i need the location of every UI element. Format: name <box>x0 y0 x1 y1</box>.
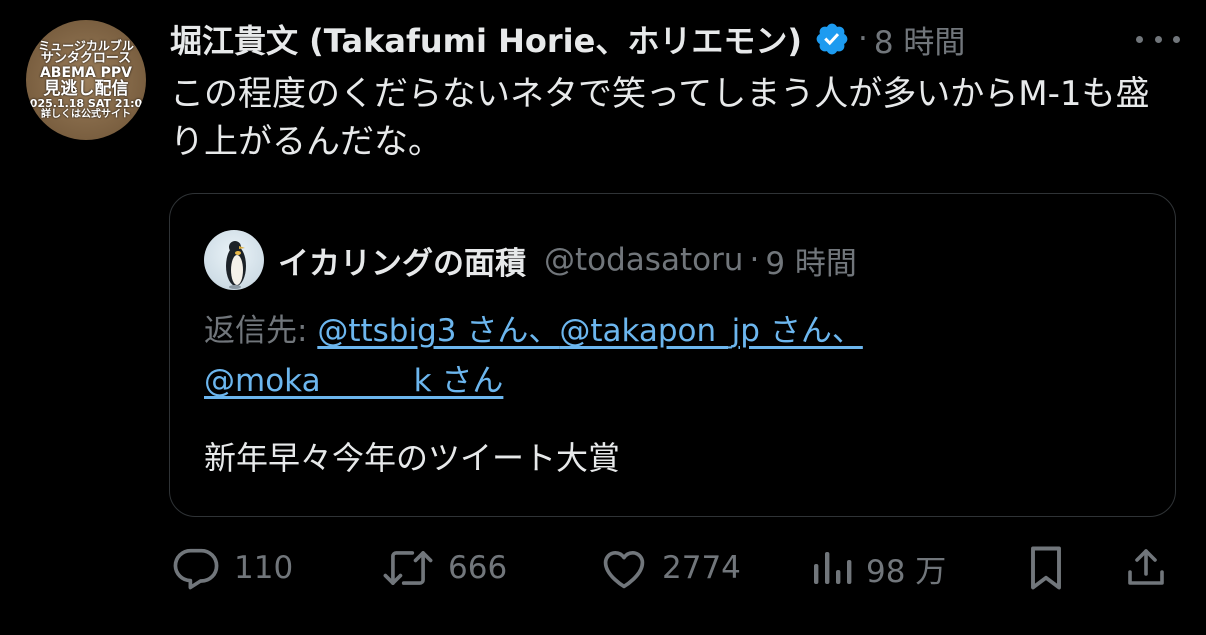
mention-link[interactable]: @ttsbig3 さん、 <box>317 313 559 349</box>
share-button[interactable] <box>1122 538 1170 598</box>
heart-icon <box>603 550 645 589</box>
reply-icon <box>173 548 219 590</box>
more-dot <box>1136 35 1143 43</box>
retweet-count: 666 <box>448 550 508 586</box>
retweet-button[interactable]: 666 <box>380 538 507 598</box>
mention-link[interactable]: @takapon_jp さん、 <box>559 313 863 349</box>
avatar-text-line: 詳しくは公式サイト <box>41 108 131 120</box>
mention-link[interactable]: @moka______k さん <box>204 363 503 399</box>
action-bar: 110 666 2774 98 万 <box>170 538 1180 598</box>
separator-dot: · <box>857 21 868 57</box>
views-icon <box>814 552 852 584</box>
tweet-time[interactable]: 8 時間 <box>874 17 966 62</box>
quoted-tweet-text: 新年早々今年のツイート大賞 <box>204 439 621 477</box>
quoted-author-name[interactable]: イカリングの面積 <box>278 238 526 283</box>
tweet-header: 堀江貴文 (Takafumi Horie、ホリエモン) · 8 時間 <box>170 14 965 64</box>
more-options-icon[interactable] <box>1136 24 1180 54</box>
quoted-author-handle[interactable]: @todasatoru <box>544 242 743 278</box>
tweet-text: この程度のくだらないネタで笑ってしまう人が多いからM-1も盛り上がるんだな。 <box>170 74 1150 162</box>
verified-badge-icon[interactable] <box>814 21 850 57</box>
avatar-text-line: サンタクロース <box>40 51 132 67</box>
more-dot <box>1173 35 1180 43</box>
penguin-icon <box>226 241 246 289</box>
reply-button[interactable]: 110 <box>170 538 293 598</box>
author-avatar[interactable]: ミュージカルブル サンタクロース ABEMA PPV 見逃し配信 2025.1.… <box>26 20 146 140</box>
share-icon <box>1128 549 1164 585</box>
avatar-text-line: 見逃し配信 <box>43 78 129 99</box>
quoted-tweet-header: イカリングの面積 @todasatoru · 9 時間 <box>278 236 857 284</box>
separator-dot: · <box>749 242 760 278</box>
reply-to-label: 返信先: <box>204 313 318 349</box>
bookmark-icon <box>1031 546 1061 590</box>
reply-count: 110 <box>234 550 294 586</box>
bookmark-button[interactable] <box>1024 538 1068 598</box>
quoted-tweet[interactable]: イカリングの面積 @todasatoru · 9 時間 返信先: @ttsbig… <box>169 193 1176 517</box>
retweet-icon <box>383 551 433 585</box>
quoted-author-avatar[interactable] <box>204 230 264 290</box>
quoted-tweet-time[interactable]: 9 時間 <box>765 238 857 283</box>
views-count: 98 万 <box>866 553 947 590</box>
reply-to-line: 返信先: @ttsbig3 さん、@takapon_jp さん、 @moka___… <box>204 306 1144 406</box>
author-display-name[interactable]: 堀江貴文 (Takafumi Horie、ホリエモン) <box>170 16 802 62</box>
more-dot <box>1154 35 1162 43</box>
like-button[interactable]: 2774 <box>598 538 741 598</box>
views-button[interactable]: 98 万 <box>810 538 946 598</box>
like-count: 2774 <box>662 550 741 586</box>
